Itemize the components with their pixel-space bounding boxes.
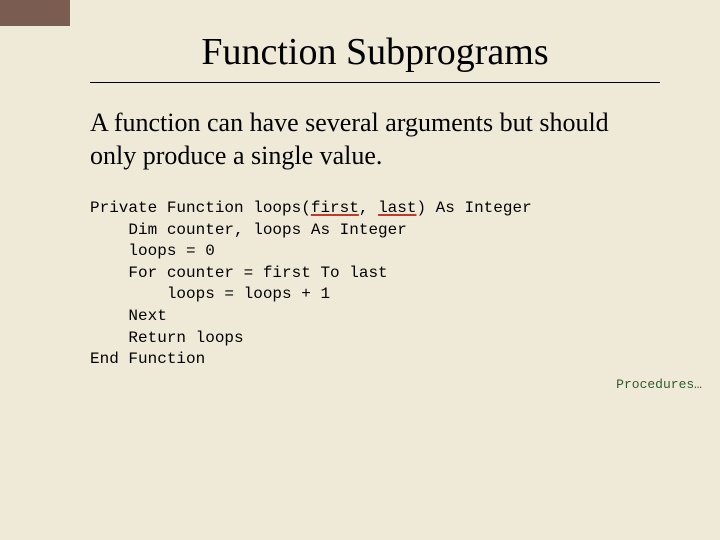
corner-accent [0,0,70,26]
code-line-1c: ) As Integer [416,199,531,217]
code-line-6: Next [90,307,167,325]
code-line-1a: Private Function loops( [90,199,311,217]
code-arg-first: first [311,199,359,217]
title-rule [90,82,660,83]
code-block: Private Function loops(first, last) As I… [90,198,660,371]
code-line-2: Dim counter, loops As Integer [90,221,407,239]
code-arg-last: last [378,199,416,217]
code-line-7: Return loops [90,329,244,347]
code-line-8: End Function [90,350,205,368]
code-line-1b: , [359,199,378,217]
slide-content: Function Subprograms A function can have… [0,0,720,371]
code-line-5: loops = loops + 1 [90,285,330,303]
footer-link[interactable]: Procedures… [616,377,702,392]
code-line-3: loops = 0 [90,242,215,260]
code-line-4: For counter = first To last [90,264,388,282]
body-text: A function can have several arguments bu… [90,107,660,172]
slide-title: Function Subprograms [90,30,660,74]
